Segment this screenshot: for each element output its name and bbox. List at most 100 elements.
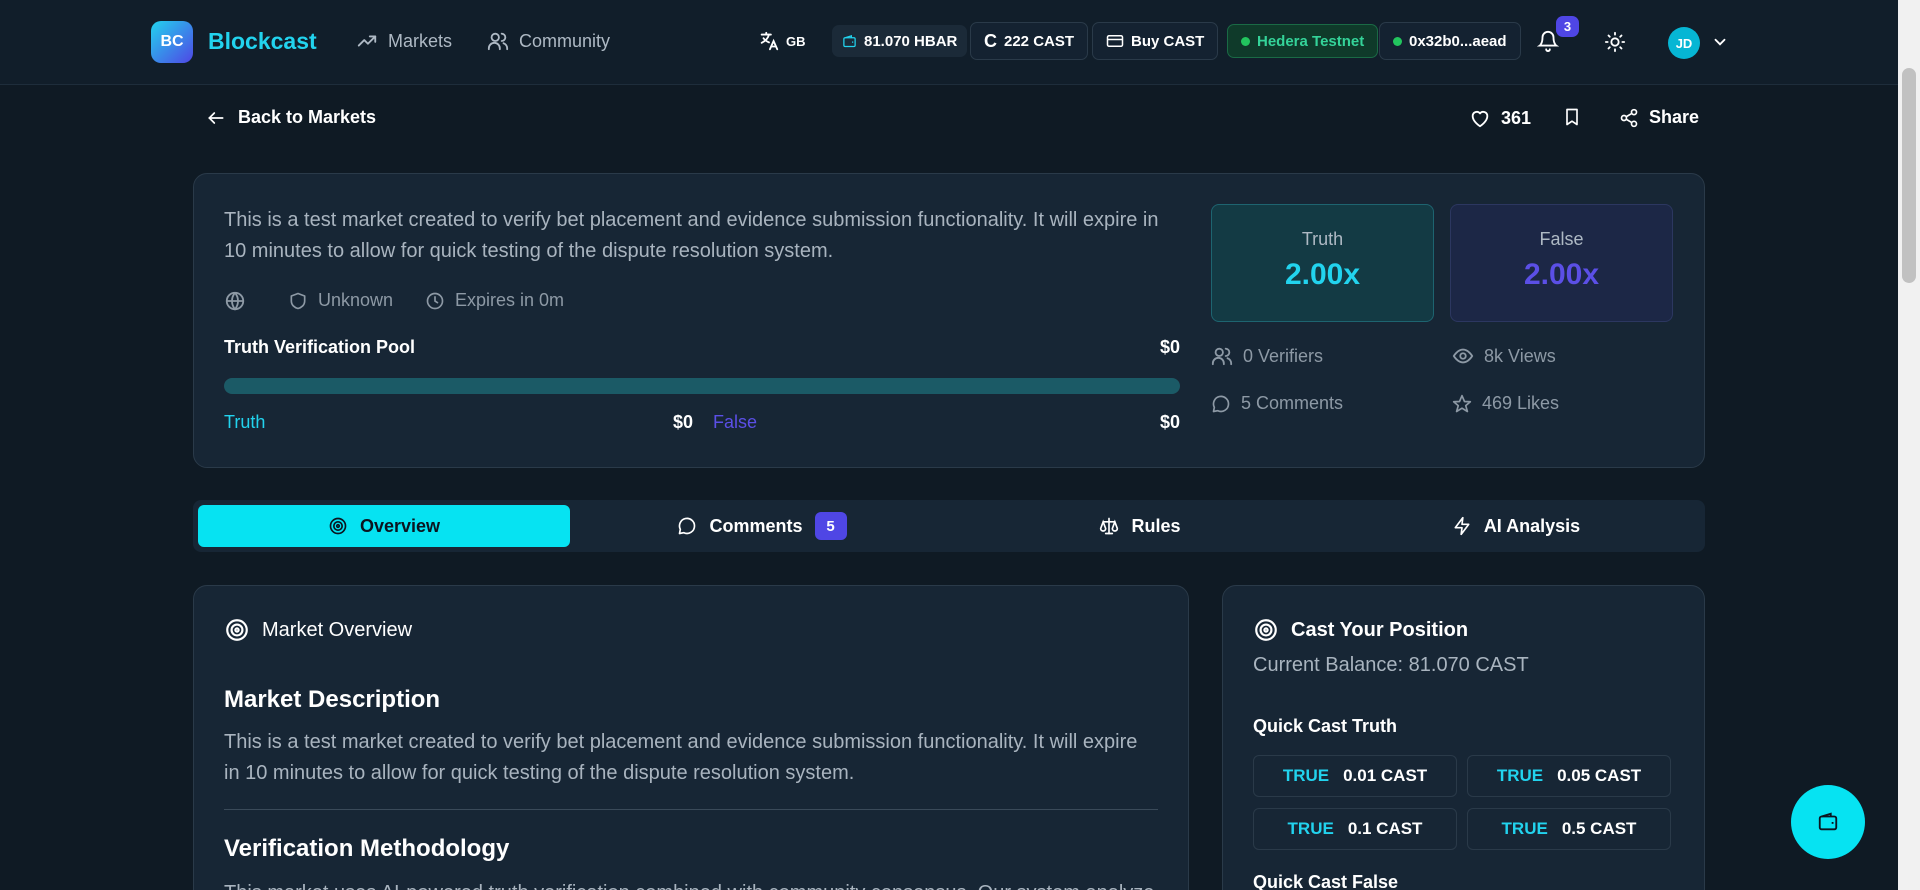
- like-button[interactable]: 361: [1469, 107, 1531, 129]
- theme-toggle[interactable]: [1604, 31, 1626, 53]
- comments-stat: 5 Comments: [1211, 393, 1343, 414]
- quick-cast-true-0-05[interactable]: TRUE 0.05 CAST: [1467, 755, 1671, 797]
- pool-progress-bar: [224, 378, 1180, 394]
- hbar-balance-label: 81.070 HBAR: [864, 32, 958, 50]
- market-overview-title: Market Overview: [262, 618, 413, 641]
- category-label: Unknown: [318, 290, 394, 310]
- truth-odds-card[interactable]: Truth 2.00x: [1211, 204, 1434, 322]
- eye-icon: [1452, 345, 1474, 367]
- target-icon: [224, 617, 250, 643]
- nav-community[interactable]: Community: [487, 30, 610, 52]
- tab-overview-label: Overview: [359, 515, 441, 536]
- pool-title: Truth Verification Pool: [224, 337, 416, 357]
- message-circle-icon: [677, 516, 697, 536]
- likes-stat-label: 469 Likes: [1482, 393, 1560, 413]
- tab-bar: Overview Comments 5 Rules AI Analysis: [193, 500, 1705, 552]
- tab-ai-analysis-label: AI Analysis: [1483, 515, 1581, 536]
- avatar[interactable]: JD: [1668, 27, 1700, 59]
- tab-comments-count: 5: [814, 512, 847, 540]
- heart-icon: [1469, 107, 1491, 129]
- pool-false-amount: $0: [1160, 412, 1181, 432]
- translate-icon: [758, 30, 780, 52]
- wallet-icon: [842, 34, 857, 49]
- true-tag: TRUE: [1496, 766, 1544, 785]
- amount-label: 0.1 CAST: [1347, 819, 1423, 838]
- notification-count: 3: [1556, 16, 1579, 37]
- hbar-balance[interactable]: 81.070 HBAR: [832, 25, 968, 57]
- clock-icon: [425, 291, 445, 311]
- pool-false-label: False: [713, 412, 758, 432]
- false-odds-label: False: [1539, 229, 1584, 249]
- false-odds-card[interactable]: False 2.00x: [1450, 204, 1673, 322]
- quick-cast-true-0-5[interactable]: TRUE 0.5 CAST: [1467, 808, 1671, 850]
- network-status-dot: [1241, 36, 1250, 46]
- cast-balance[interactable]: C 222 CAST: [970, 22, 1089, 60]
- true-tag: TRUE: [1501, 819, 1548, 838]
- top-navbar: BC Blockcast Markets Community GB 81.070…: [0, 0, 1920, 85]
- users-icon: [1211, 345, 1233, 367]
- bookmark-icon: [1562, 107, 1582, 127]
- nav-community-label: Community: [519, 30, 611, 51]
- quick-cast-true-0-1[interactable]: TRUE 0.1 CAST: [1253, 808, 1457, 850]
- market-globe: [224, 290, 246, 312]
- expiry-label: Expires in 0m: [455, 290, 565, 310]
- credit-card-icon: [1106, 32, 1124, 50]
- cast-coin-icon: C: [984, 30, 997, 51]
- tab-ai-analysis[interactable]: AI Analysis: [1330, 505, 1702, 547]
- zap-icon: [1452, 516, 1472, 536]
- tab-comments-label: Comments: [709, 515, 803, 536]
- network-label: Hedera Testnet: [1257, 32, 1365, 50]
- bookmark-button[interactable]: [1562, 107, 1582, 127]
- globe-icon: [224, 290, 246, 312]
- cast-position-heading: Cast Your Position: [1253, 617, 1468, 643]
- wallet-fab-button[interactable]: [1791, 785, 1865, 859]
- share-label: Share: [1649, 107, 1700, 127]
- back-to-markets-link[interactable]: Back to Markets: [206, 107, 376, 128]
- share-icon: [1619, 108, 1639, 128]
- cast-position-title: Cast Your Position: [1291, 618, 1469, 641]
- amount-label: 0.01 CAST: [1343, 766, 1428, 785]
- nav-markets[interactable]: Markets: [356, 30, 452, 52]
- share-button[interactable]: Share: [1619, 107, 1699, 128]
- network-badge[interactable]: Hedera Testnet: [1227, 24, 1379, 58]
- quick-cast-truth-heading: Quick Cast Truth: [1253, 716, 1398, 736]
- buy-cast-button[interactable]: Buy CAST: [1092, 22, 1219, 60]
- verifiers-stat: 0 Verifiers: [1211, 345, 1323, 367]
- account-menu-toggle[interactable]: [1711, 33, 1729, 51]
- views-label: 8k Views: [1484, 345, 1556, 366]
- comments-label: 5 Comments: [1241, 393, 1344, 413]
- market-description: This is a test market created to verify …: [224, 209, 1159, 262]
- cast-balance-label: 222 CAST: [1004, 32, 1075, 50]
- notifications-button[interactable]: [1537, 30, 1559, 52]
- target-icon: [1253, 617, 1279, 643]
- market-description-text: This is a test market created to verify …: [224, 731, 1138, 784]
- brand-name[interactable]: Blockcast: [208, 28, 317, 55]
- tab-overview[interactable]: Overview: [198, 505, 570, 547]
- star-icon: [1452, 394, 1472, 414]
- true-tag: TRUE: [1287, 819, 1334, 838]
- scale-icon: [1099, 516, 1119, 536]
- shield-icon: [288, 291, 308, 311]
- tab-comments[interactable]: Comments 5: [576, 505, 948, 547]
- nav-markets-label: Markets: [388, 30, 453, 51]
- logo[interactable]: BC: [151, 21, 193, 63]
- back-label: Back to Markets: [238, 107, 377, 127]
- false-odds-value: 2.00x: [1523, 258, 1600, 291]
- trending-up-icon: [356, 30, 378, 52]
- wallet-status-dot: [1393, 36, 1402, 46]
- likes-stat: 469 Likes: [1452, 393, 1559, 414]
- market-overview-heading: Market Overview: [224, 617, 412, 643]
- tab-rules-label: Rules: [1131, 515, 1181, 536]
- users-icon: [487, 30, 509, 52]
- truth-odds-value: 2.00x: [1284, 258, 1361, 291]
- views-stat: 8k Views: [1452, 345, 1556, 367]
- language-switch[interactable]: GB: [758, 30, 806, 52]
- truth-odds-label: Truth: [1301, 229, 1344, 249]
- pool-truth-amount: $0: [673, 412, 694, 432]
- tab-rules[interactable]: Rules: [954, 505, 1326, 547]
- quick-cast-true-0-01[interactable]: TRUE 0.01 CAST: [1253, 755, 1457, 797]
- target-icon: [328, 516, 348, 536]
- scrollbar-thumb[interactable]: [1902, 68, 1916, 283]
- wallet-address-button[interactable]: 0x32b0...aead: [1379, 22, 1521, 60]
- sun-icon: [1604, 31, 1626, 53]
